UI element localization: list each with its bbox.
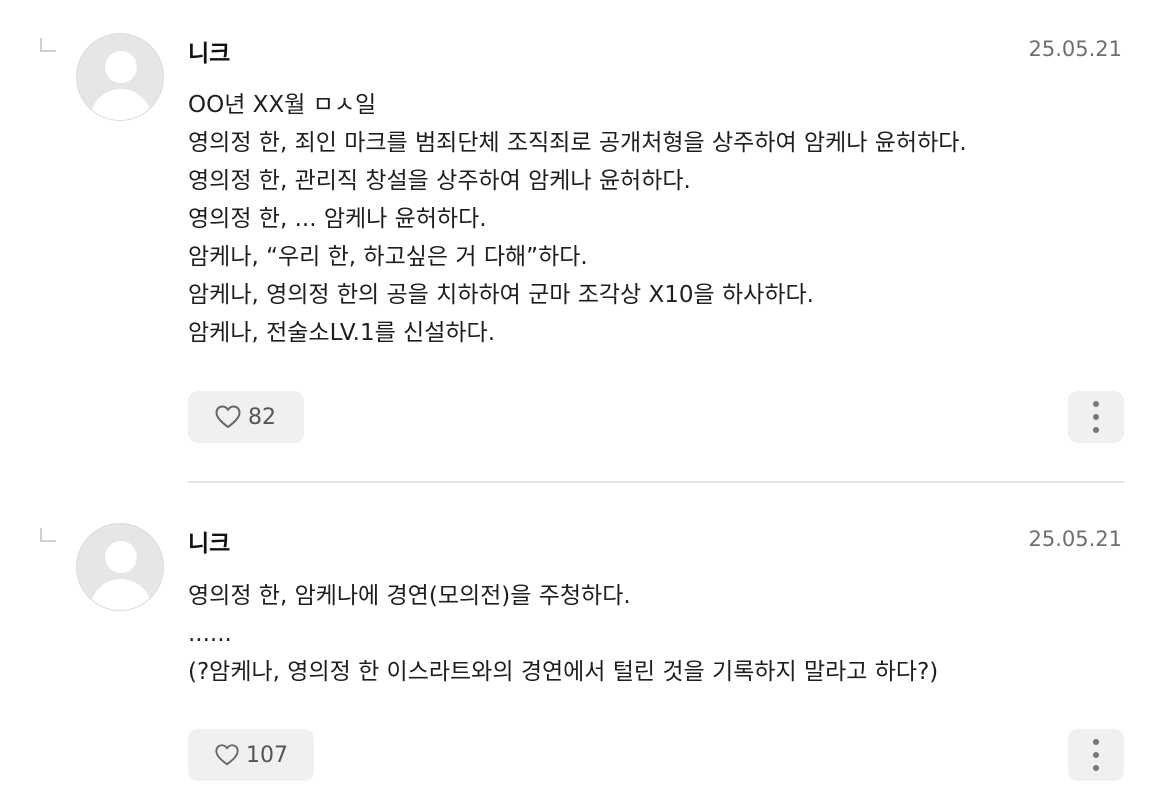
like-count: 82 — [248, 404, 276, 430]
comment-line: ...... — [188, 621, 232, 647]
comment-line: 암케나, 영의정 한의 공을 치하하여 군마 조각상 X10을 하사하다. — [188, 282, 814, 308]
comment-line: 암케나, “우리 한, 하고싶은 거 다해”하다. — [188, 244, 588, 270]
comment-line: OO년 XX월 ㅁㅅ일 — [188, 92, 377, 118]
comment-body: OO년 XX월 ㅁㅅ일 영의정 한, 죄인 마크를 범죄단체 조직죄로 공개처형… — [188, 86, 1118, 352]
avatar[interactable] — [76, 33, 164, 121]
comment-line: 영의정 한, ... 암케나 윤허하다. — [188, 206, 487, 232]
comment-line: 영의정 한, 관리직 창설을 상주하여 암케나 윤허하다. — [188, 168, 691, 194]
vertical-dots-icon — [1093, 401, 1099, 433]
comment-divider — [188, 481, 1124, 483]
comment-line: 영의정 한, 죄인 마크를 범죄단체 조직죄로 공개처형을 상주하여 암케나 윤… — [188, 130, 967, 156]
avatar-shoulders — [90, 89, 152, 120]
reply-indicator-icon — [40, 38, 56, 52]
like-button[interactable]: 107 — [188, 729, 314, 781]
comment-line: (?암케나, 영의정 한 이스라트와의 경연에서 털린 것을 기록하지 말라고 … — [188, 659, 939, 685]
comment-date: 25.05.21 — [1028, 527, 1122, 551]
vertical-dots-icon — [1093, 739, 1099, 771]
reply-indicator-icon — [40, 528, 56, 542]
avatar-head — [105, 541, 137, 573]
like-count: 107 — [246, 742, 288, 768]
comment-body: 영의정 한, 암케나에 경연(모의전)을 주청하다. ...... (?암케나,… — [188, 577, 1118, 691]
comment-line: 영의정 한, 암케나에 경연(모의전)을 주청하다. — [188, 583, 631, 609]
avatar-head — [105, 51, 137, 83]
avatar-shoulders — [90, 579, 152, 610]
comment-nickname[interactable]: 니크 — [188, 524, 230, 558]
comment-nickname[interactable]: 니크 — [188, 34, 230, 68]
more-options-button[interactable] — [1068, 729, 1124, 781]
more-options-button[interactable] — [1068, 391, 1124, 443]
like-button[interactable]: 82 — [188, 391, 304, 443]
comment-date: 25.05.21 — [1028, 37, 1122, 61]
heart-outline-icon — [215, 405, 241, 428]
avatar[interactable] — [76, 523, 164, 611]
comment-line: 암케나, 전술소LV.1를 신설하다. — [188, 320, 496, 346]
heart-outline-icon — [215, 744, 239, 766]
